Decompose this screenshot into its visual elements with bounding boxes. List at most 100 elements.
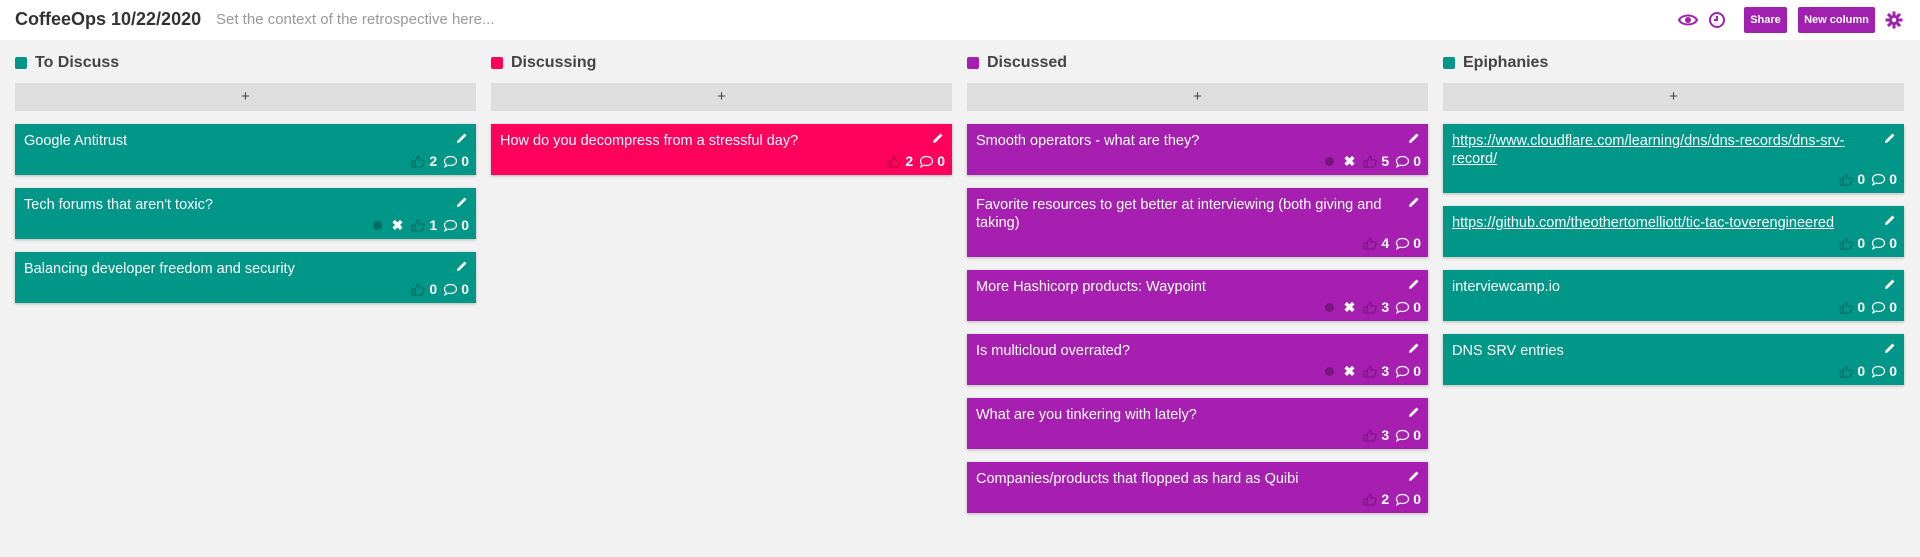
retro-card[interactable]: Balancing developer freedom and security… xyxy=(15,252,476,303)
pencil-icon[interactable] xyxy=(932,131,944,143)
vote-count: 2 xyxy=(1381,491,1390,507)
remove-vote-icon[interactable]: ✖ xyxy=(1344,153,1356,170)
comment-icon[interactable] xyxy=(1395,493,1410,506)
remove-vote-icon[interactable]: ✖ xyxy=(1344,363,1356,380)
comment-icon[interactable] xyxy=(1395,365,1410,378)
retro-card[interactable]: Is multicloud overrated? ✖ 3 0 xyxy=(967,334,1428,385)
retro-card[interactable]: Tech forums that aren't toxic? ✖ 1 0 xyxy=(15,188,476,239)
column-title[interactable]: Epiphanies xyxy=(1463,54,1548,72)
comment-icon[interactable] xyxy=(1871,237,1886,250)
card-footer: 40 xyxy=(976,232,1421,257)
retro-card[interactable]: Google Antitrust 2 0 xyxy=(15,124,476,175)
card-footer: 20 xyxy=(24,150,469,175)
pencil-icon[interactable] xyxy=(1884,131,1896,143)
comment-icon[interactable] xyxy=(1395,155,1410,168)
retro-card[interactable]: https://www.cloudflare.com/learning/dns/… xyxy=(1443,124,1904,193)
retro-card[interactable]: Smooth operators - what are they? ✖ 5 0 xyxy=(967,124,1428,175)
comment-count: 0 xyxy=(461,153,469,169)
thumbs-up-icon[interactable] xyxy=(1839,364,1854,378)
add-card-button[interactable]: + xyxy=(15,83,476,111)
column-title[interactable]: Discussing xyxy=(511,54,596,72)
vote-count: 0 xyxy=(1857,363,1866,379)
pencil-icon[interactable] xyxy=(1884,341,1896,353)
thumbs-up-icon[interactable] xyxy=(411,154,426,168)
card-footer: 00 xyxy=(1452,360,1897,385)
thumbs-up-icon[interactable] xyxy=(411,282,426,296)
add-card-button[interactable]: + xyxy=(491,83,952,111)
card-footer: 00 xyxy=(24,278,469,303)
column-color-swatch xyxy=(1443,57,1455,69)
comment-count: 0 xyxy=(1889,235,1897,251)
retro-card[interactable]: How do you decompress from a stressful d… xyxy=(491,124,952,175)
thumbs-up-icon[interactable] xyxy=(411,218,426,232)
pencil-icon[interactable] xyxy=(1408,131,1420,143)
share-button[interactable]: Share xyxy=(1744,7,1787,33)
comment-icon[interactable] xyxy=(443,219,458,232)
pencil-icon[interactable] xyxy=(456,259,468,271)
thumbs-up-icon[interactable] xyxy=(1363,236,1378,250)
pencil-icon[interactable] xyxy=(1884,213,1896,225)
clock-icon[interactable] xyxy=(1708,11,1728,29)
retro-card[interactable]: Companies/products that flopped as hard … xyxy=(967,462,1428,513)
vote-count: 3 xyxy=(1381,299,1390,315)
comment-icon[interactable] xyxy=(1871,173,1886,186)
column-color-swatch xyxy=(15,57,27,69)
retro-card[interactable]: DNS SRV entries 0 0 xyxy=(1443,334,1904,385)
column-epiphanies: Epiphanies + https://www.cloudflare.com/le… xyxy=(1443,40,1904,385)
thumbs-up-icon[interactable] xyxy=(1363,300,1378,314)
column-title[interactable]: To Discuss xyxy=(35,54,119,72)
comment-icon[interactable] xyxy=(443,155,458,168)
retro-card[interactable]: What are you tinkering with lately? 3 0 xyxy=(967,398,1428,449)
thumbs-up-icon[interactable] xyxy=(1839,172,1854,186)
comment-icon[interactable] xyxy=(1871,365,1886,378)
comment-icon[interactable] xyxy=(919,155,934,168)
remove-vote-icon[interactable]: ✖ xyxy=(1344,299,1356,316)
column-title[interactable]: Discussed xyxy=(987,54,1067,72)
comment-icon[interactable] xyxy=(1871,301,1886,314)
card-text: Balancing developer freedom and security xyxy=(24,261,295,277)
card-text: interviewcamp.io xyxy=(1452,279,1560,295)
comment-icon[interactable] xyxy=(1395,429,1410,442)
thumbs-up-icon[interactable] xyxy=(887,154,902,168)
pencil-icon[interactable] xyxy=(1408,405,1420,417)
card-text: Favorite resources to get better at inte… xyxy=(976,197,1382,231)
retro-card[interactable]: https://github.com/theothertomelliott/ti… xyxy=(1443,206,1904,257)
retro-card[interactable]: More Hashicorp products: Waypoint ✖ 3 0 xyxy=(967,270,1428,321)
thumbs-up-icon[interactable] xyxy=(1363,492,1378,506)
eye-icon[interactable] xyxy=(1677,11,1699,29)
pencil-icon[interactable] xyxy=(1408,469,1420,481)
vote-count: 3 xyxy=(1381,363,1390,379)
card-text[interactable]: https://www.cloudflare.com/learning/dns/… xyxy=(1452,132,1868,168)
new-column-button[interactable]: New column xyxy=(1798,7,1875,33)
column-color-swatch xyxy=(967,57,979,69)
add-card-button[interactable]: + xyxy=(1443,83,1904,111)
retro-card[interactable]: Favorite resources to get better at inte… xyxy=(967,188,1428,257)
retro-card[interactable]: interviewcamp.io 0 0 xyxy=(1443,270,1904,321)
comment-icon[interactable] xyxy=(1395,237,1410,250)
thumbs-up-icon[interactable] xyxy=(1839,236,1854,250)
pencil-icon[interactable] xyxy=(1408,195,1420,207)
remove-vote-icon[interactable]: ✖ xyxy=(392,217,404,234)
add-card-button[interactable]: + xyxy=(967,83,1428,111)
card-text: Is multicloud overrated? xyxy=(976,343,1130,359)
card-text: More Hashicorp products: Waypoint xyxy=(976,279,1206,295)
vote-indicator-icon xyxy=(1324,366,1334,376)
context-input[interactable] xyxy=(216,7,1116,31)
thumbs-up-icon[interactable] xyxy=(1363,428,1378,442)
thumbs-up-icon[interactable] xyxy=(1363,364,1378,378)
pencil-icon[interactable] xyxy=(456,131,468,143)
card-footer: ✖ 1 0 xyxy=(24,214,469,239)
thumbs-up-icon[interactable] xyxy=(1839,300,1854,314)
card-text: How do you decompress from a stressful d… xyxy=(500,133,799,149)
thumbs-up-icon[interactable] xyxy=(1363,154,1378,168)
pencil-icon[interactable] xyxy=(1408,277,1420,289)
comment-icon[interactable] xyxy=(1395,301,1410,314)
vote-count: 0 xyxy=(429,281,438,297)
comment-icon[interactable] xyxy=(443,283,458,296)
gear-icon[interactable] xyxy=(1885,11,1905,29)
vote-count: 0 xyxy=(1857,235,1866,251)
pencil-icon[interactable] xyxy=(456,195,468,207)
pencil-icon[interactable] xyxy=(1408,341,1420,353)
card-text[interactable]: https://github.com/theothertomelliott/ti… xyxy=(1452,214,1868,232)
pencil-icon[interactable] xyxy=(1884,277,1896,289)
